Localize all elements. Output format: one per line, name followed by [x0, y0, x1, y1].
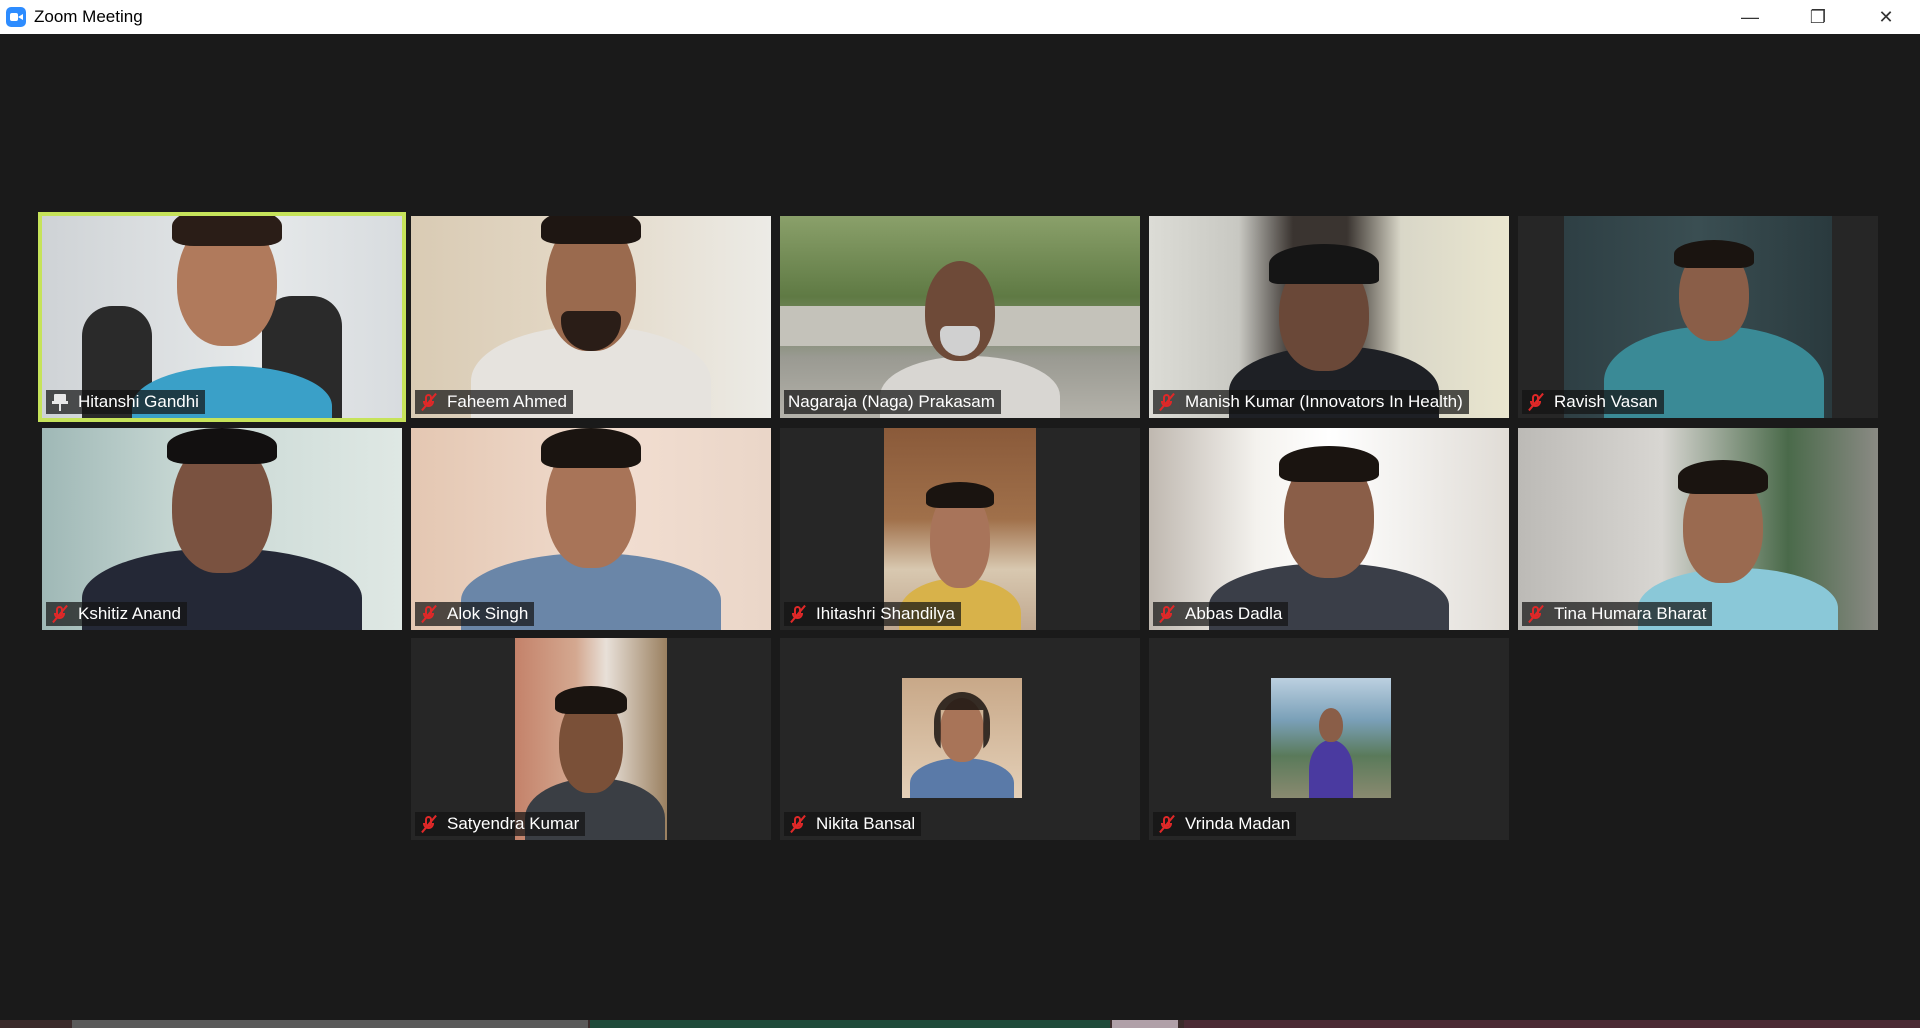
- participant-name: Manish Kumar (Innovators In Health): [1185, 392, 1463, 411]
- pin-icon: [50, 392, 70, 412]
- participant-video: [1564, 216, 1832, 418]
- mic-muted-icon: [50, 604, 70, 624]
- participant-name-tag: Faheem Ahmed: [415, 390, 574, 414]
- mic-muted-icon: [788, 604, 808, 624]
- participant-name-tag: Abbas Dadla: [1153, 602, 1289, 626]
- window-controls: — ❐ ✕: [1716, 0, 1920, 34]
- participant-name-tag: Ihitashri Shandilya: [784, 602, 961, 626]
- participant-tile-ravish-vasan[interactable]: Ravish Vasan: [1518, 216, 1878, 418]
- participant-video: [780, 216, 1140, 418]
- mic-muted-icon: [419, 814, 439, 834]
- participant-name: Nikita Bansal: [816, 814, 916, 833]
- participant-tile-ihitashri-shandilya[interactable]: Ihitashri Shandilya: [780, 428, 1140, 630]
- participant-name-tag: Kshitiz Anand: [46, 602, 188, 626]
- participant-name: Ihitashri Shandilya: [816, 604, 955, 623]
- participant-profile-photo: [1271, 678, 1391, 798]
- participant-name-tag: Hitanshi Gandhi: [46, 390, 205, 414]
- participant-tile-vrinda-madan[interactable]: Vrinda Madan: [1149, 638, 1509, 840]
- restore-button[interactable]: ❐: [1784, 0, 1852, 34]
- participant-name: Nagaraja (Naga) Prakasam: [788, 392, 995, 411]
- participant-tile-tina-humara-bharat[interactable]: Tina Humara Bharat: [1518, 428, 1878, 630]
- participant-name: Kshitiz Anand: [78, 604, 182, 623]
- mic-muted-icon: [1526, 392, 1546, 412]
- participant-name-tag: Tina Humara Bharat: [1522, 602, 1713, 626]
- participant-tile-faheem-ahmed[interactable]: Faheem Ahmed: [411, 216, 771, 418]
- participant-tile-abbas-dadla[interactable]: Abbas Dadla: [1149, 428, 1509, 630]
- participant-video: [1149, 216, 1509, 418]
- title-bar: Zoom Meeting — ❐ ✕: [0, 0, 1920, 34]
- participant-name-tag: Vrinda Madan: [1153, 812, 1297, 836]
- mic-muted-icon: [1157, 814, 1177, 834]
- mic-muted-icon: [1157, 604, 1177, 624]
- participant-name: Satyendra Kumar: [447, 814, 580, 833]
- participant-tile-hitanshi-gandhi[interactable]: Hitanshi Gandhi: [38, 212, 406, 422]
- participant-tile-satyendra-kumar[interactable]: Satyendra Kumar: [411, 638, 771, 840]
- minimize-button[interactable]: —: [1716, 0, 1784, 34]
- participant-name: Vrinda Madan: [1185, 814, 1291, 833]
- mic-muted-icon: [788, 814, 808, 834]
- participant-name-tag: Manish Kumar (Innovators In Health): [1153, 390, 1469, 414]
- participant-video: [884, 428, 1036, 630]
- taskbar-strip: [0, 1020, 1920, 1028]
- participant-name-tag: Nagaraja (Naga) Prakasam: [784, 390, 1001, 414]
- participant-tile-nagaraja-prakasam[interactable]: Nagaraja (Naga) Prakasam: [780, 216, 1140, 418]
- participant-video: [42, 428, 402, 630]
- participant-video: [411, 428, 771, 630]
- participant-name: Hitanshi Gandhi: [78, 392, 199, 411]
- participant-video: [411, 216, 771, 418]
- participant-name-tag: Alok Singh: [415, 602, 535, 626]
- participant-name: Alok Singh: [447, 604, 529, 623]
- participant-tile-manish-kumar[interactable]: Manish Kumar (Innovators In Health): [1149, 216, 1509, 418]
- mic-muted-icon: [419, 604, 439, 624]
- participant-name-tag: Satyendra Kumar: [415, 812, 586, 836]
- participant-name: Faheem Ahmed: [447, 392, 568, 411]
- gallery-view: Hitanshi Gandhi Faheem Ahmed Nagaraja (N…: [0, 34, 1920, 1020]
- mic-muted-icon: [1526, 604, 1546, 624]
- participant-tile-alok-singh[interactable]: Alok Singh: [411, 428, 771, 630]
- mic-muted-icon: [419, 392, 439, 412]
- zoom-app-icon: [6, 7, 26, 27]
- participant-video: [1518, 428, 1878, 630]
- participant-name: Ravish Vasan: [1554, 392, 1658, 411]
- participant-video: [1149, 428, 1509, 630]
- participant-tile-kshitiz-anand[interactable]: Kshitiz Anand: [42, 428, 402, 630]
- participant-video: [515, 638, 667, 840]
- close-button[interactable]: ✕: [1852, 0, 1920, 34]
- participant-name-tag: Ravish Vasan: [1522, 390, 1664, 414]
- window-title: Zoom Meeting: [34, 7, 143, 26]
- participant-name-tag: Nikita Bansal: [784, 812, 922, 836]
- participant-video: [42, 216, 402, 418]
- participant-name: Tina Humara Bharat: [1554, 604, 1707, 623]
- mic-muted-icon: [1157, 392, 1177, 412]
- participant-tile-nikita-bansal[interactable]: Nikita Bansal: [780, 638, 1140, 840]
- participant-profile-photo: [902, 678, 1022, 798]
- participant-name: Abbas Dadla: [1185, 604, 1283, 623]
